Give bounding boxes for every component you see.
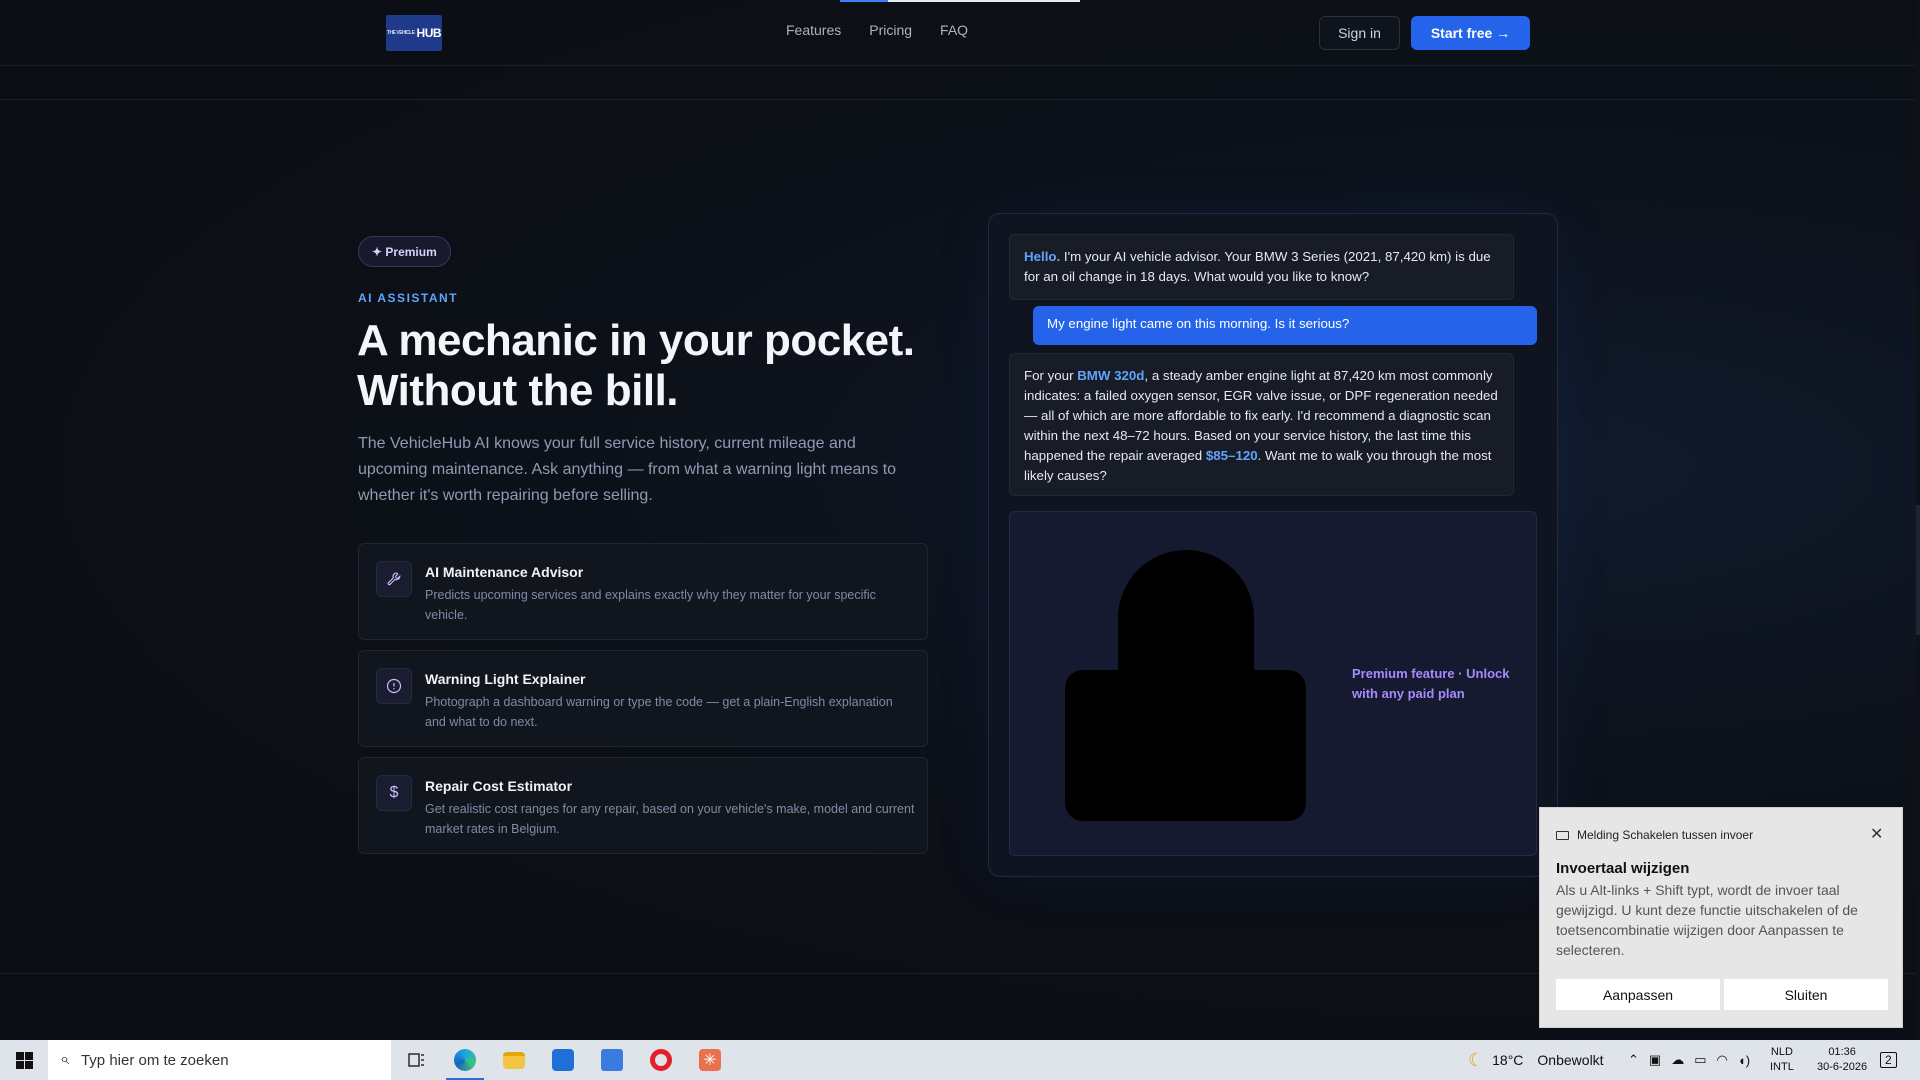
feature-description: Get realistic cost ranges for any repair… [425, 802, 915, 836]
lock-icon [1065, 670, 1306, 821]
notification-source: Melding Schakelen tussen invoer [1577, 828, 1754, 842]
dollar-icon: $ [376, 775, 412, 811]
hero-headline: A mechanic in your pocket. Without the b… [357, 316, 957, 416]
moon-icon: ☾ [1468, 1049, 1485, 1070]
lock-icon-shackle [1118, 550, 1254, 690]
claude-app-icon[interactable]: ✳ [686, 1040, 734, 1080]
feature-card-repair-cost: $ Repair Cost Estimator Get realistic co… [358, 757, 928, 854]
nav-links: Features Pricing FAQ [786, 22, 968, 38]
greeting-text: I'm your AI vehicle advisor. Your BMW 3 … [1024, 249, 1491, 284]
system-tray-icons[interactable]: ⌃ ▣ ☁ ▭ ◠ ◖) [1628, 1040, 1750, 1080]
ai-message-answer: For your BMW 320d, a steady amber engine… [1009, 353, 1514, 496]
nav-link-pricing[interactable]: Pricing [869, 22, 912, 38]
sign-in-button[interactable]: Sign in [1319, 16, 1400, 50]
premium-badge: ✦ Premium [358, 236, 451, 267]
clock[interactable]: 01:36 30-6-2026 [1817, 1040, 1867, 1080]
headline-line-1: A mechanic in your pocket. [357, 316, 915, 365]
mail-icon[interactable] [588, 1040, 636, 1080]
feature-title: Warning Light Explainer [425, 671, 586, 687]
feature-description: Predicts upcoming services and explains … [425, 588, 876, 622]
section-eyebrow: AI ASSISTANT [358, 291, 459, 305]
close-button[interactable]: Sluiten [1724, 979, 1888, 1010]
premium-unlock-text: Premium feature · Unlock with any paid p… [1352, 666, 1510, 701]
weather-widget[interactable]: ☾ 18°C Onbewolkt [1468, 1040, 1604, 1080]
search-icon: ⌕ [60, 1051, 69, 1068]
close-icon[interactable]: ✕ [1870, 824, 1883, 844]
store-icon[interactable] [539, 1040, 587, 1080]
start-free-button[interactable]: Start free → [1411, 16, 1530, 50]
windows-icon [15, 1051, 33, 1069]
taskbar-search[interactable]: ⌕ Typ hier om te zoeken [48, 1040, 391, 1080]
feature-card-warning-light: Warning Light Explainer Photograph a das… [358, 650, 928, 747]
wrench-icon [376, 561, 412, 597]
keyboard-layout: INTL [1770, 1061, 1794, 1073]
clock-time: 01:36 [1828, 1046, 1856, 1058]
opera-icon[interactable] [637, 1040, 685, 1080]
task-view-icon[interactable] [392, 1040, 440, 1080]
user-message: My engine light came on this morning. Is… [1033, 306, 1537, 345]
notification-header: Melding Schakelen tussen invoer [1556, 828, 1753, 842]
input-switch-notification: Melding Schakelen tussen invoer ✕ Invoer… [1539, 807, 1903, 1028]
nav-link-features[interactable]: Features [786, 22, 841, 38]
sub-navbar [0, 66, 1916, 100]
notification-center-icon[interactable]: 2 [1880, 1040, 1897, 1080]
file-explorer-icon[interactable] [490, 1040, 538, 1080]
edge-browser-icon[interactable] [441, 1040, 489, 1080]
volume-icon[interactable]: ◖) [1738, 1053, 1750, 1068]
navbar: THE VEHICLE HUB Features Pricing FAQ Sign… [0, 0, 1916, 66]
notification-body: Als u Alt-links + Shift typt, wordt de i… [1556, 882, 1858, 958]
vehiclehub-logo[interactable]: THE VEHICLE HUB [386, 15, 442, 51]
battery-icon[interactable]: ▭ [1694, 1052, 1706, 1068]
scrollbar-thumb[interactable] [1916, 505, 1920, 635]
headline-line-2: Without the bill. [357, 366, 679, 415]
answer-highlight-price: $85–120 [1205, 448, 1258, 463]
answer-highlight-model: BMW 320d [1077, 368, 1145, 383]
hero-description: The VehicleHub AI knows your full servic… [358, 435, 897, 504]
language-indicator[interactable]: NLD INTL [1770, 1040, 1794, 1080]
logo-text: HUB [416, 26, 442, 40]
customize-button[interactable]: Aanpassen [1556, 979, 1720, 1010]
answer-text-a: For your [1024, 368, 1078, 383]
start-button[interactable] [0, 1040, 48, 1080]
windows-taskbar: ⌕ Typ hier om te zoeken ✳ ☾ 18°C Onbewol… [0, 1040, 1920, 1080]
search-placeholder: Typ hier om te zoeken [80, 1051, 229, 1069]
onedrive-icon[interactable]: ☁ [1671, 1052, 1684, 1068]
notification-title: Invoertaal wijzigen [1556, 860, 1690, 877]
alert-circle-icon [376, 668, 412, 704]
greeting-highlight: Hello. [1024, 249, 1061, 264]
keyboard-icon [1556, 830, 1569, 840]
feature-card-maintenance-advisor: AI Maintenance Advisor Predicts upcoming… [358, 543, 928, 640]
wifi-icon[interactable]: ◠ [1717, 1052, 1728, 1068]
ai-message-greeting: Hello. I'm your AI vehicle advisor. Your… [1009, 234, 1514, 300]
scrollbar[interactable] [1916, 0, 1920, 1040]
feature-title: AI Maintenance Advisor [425, 564, 584, 580]
feature-description: Photograph a dashboard warning or type t… [425, 695, 893, 729]
language-code: NLD [1770, 1046, 1793, 1058]
clock-date: 30-6-2026 [1817, 1061, 1868, 1073]
meet-icon[interactable]: ▣ [1649, 1052, 1661, 1068]
notification-count: 2 [1880, 1052, 1897, 1068]
weather-desc: Onbewolkt [1537, 1052, 1604, 1068]
premium-locked-panel[interactable]: Premium feature · Unlock with any paid p… [1009, 511, 1537, 856]
logo-small-text: THE VEHICLE [386, 30, 415, 36]
feature-title: Repair Cost Estimator [425, 778, 573, 794]
nav-link-faq[interactable]: FAQ [940, 22, 968, 38]
chevron-up-icon[interactable]: ⌃ [1628, 1052, 1639, 1068]
weather-temp: 18°C [1492, 1052, 1524, 1068]
